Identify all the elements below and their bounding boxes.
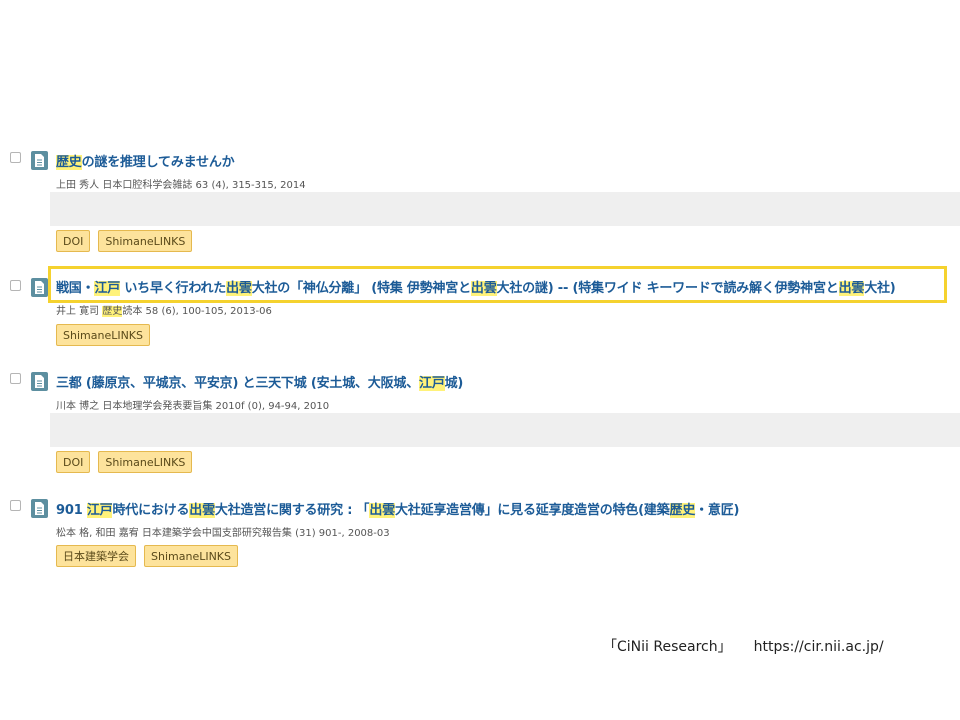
keyword-highlight: 江戸: [419, 376, 445, 391]
result-title[interactable]: 三都 (藤原京、平城京、平安京) と三天下城 (安土城、大阪城、江戸城): [56, 372, 463, 391]
text-segment: 大社造営に関する研究 : 「: [214, 503, 370, 518]
result-title[interactable]: 戦国・江戸 いち早く行われた出雲大社の「神仏分離」 (特集 伊勢神宮と出雲大社の…: [56, 277, 896, 296]
link-badges: DOI ShimaneLINKS: [56, 230, 193, 252]
link-badge-shimanelinks[interactable]: ShimaneLINKS: [56, 324, 151, 346]
text-segment: 大社の「神仏分離」 (特集 伊勢神宮と: [251, 281, 471, 296]
text-segment: いち早く行われた: [120, 281, 227, 296]
keyword-highlight: 出雲: [470, 281, 497, 296]
keyword-highlight: 出雲: [838, 281, 865, 296]
document-icon: [31, 372, 48, 391]
select-checkbox[interactable]: [10, 280, 21, 291]
link-badges: ShimaneLINKS: [56, 324, 151, 346]
source-credit: 「CiNii Research」 https://cir.nii.ac.jp/: [603, 636, 884, 656]
keyword-highlight: 歴史: [56, 155, 82, 170]
abstract-area: [50, 192, 960, 226]
keyword-highlight: 江戸: [94, 281, 121, 296]
keyword-highlight: 歴史: [669, 503, 696, 518]
text-segment: 901: [56, 503, 87, 518]
text-segment: 読本 58 (6), 100-105, 2013-06: [122, 306, 272, 317]
result-meta: 川本 博之 日本地理学会発表要旨集 2010f (0), 94-94, 2010: [56, 397, 329, 412]
keyword-highlight: 出雲: [369, 503, 395, 518]
text-segment: ・意匠): [695, 503, 740, 518]
keyword-highlight: 歴史: [102, 306, 123, 317]
link-badge-[interactable]: 日本建築学会: [56, 545, 136, 567]
document-icon: [31, 278, 48, 297]
result-meta: 上田 秀人 日本口腔科学会雑誌 63 (4), 315-315, 2014: [56, 176, 306, 191]
text-segment: 戦国・: [56, 281, 95, 296]
select-checkbox[interactable]: [10, 373, 21, 384]
result-title[interactable]: 歴史の謎を推理してみませんか: [56, 151, 235, 170]
text-segment: 大社延享造営傳」に見る延享度造営の特色(建築: [394, 503, 670, 518]
text-segment: 時代における: [112, 503, 190, 518]
result-title[interactable]: 901 江戸時代における出雲大社造営に関する研究 : 「出雲大社延享造営傳」に見…: [56, 499, 739, 518]
credit-url[interactable]: https://cir.nii.ac.jp/: [754, 639, 884, 655]
text-segment: の謎を推理してみませんか: [81, 155, 235, 170]
document-icon: [31, 151, 48, 170]
keyword-highlight: 出雲: [226, 281, 252, 296]
text-segment: 川本 博之 日本地理学会発表要旨集 2010f (0), 94-94, 2010: [56, 401, 330, 412]
link-badge-shimanelinks[interactable]: ShimaneLINKS: [98, 230, 193, 252]
abstract-area: [50, 413, 960, 447]
select-checkbox[interactable]: [10, 152, 21, 163]
link-badge-shimanelinks[interactable]: ShimaneLINKS: [98, 451, 193, 473]
link-badges: DOI ShimaneLINKS: [56, 451, 193, 473]
text-segment: 上田 秀人 日本口腔科学会雑誌 63 (4), 315-315, 2014: [56, 180, 306, 191]
result-meta: 井上 寛司 歴史読本 58 (6), 100-105, 2013-06: [56, 302, 272, 317]
keyword-highlight: 出雲: [189, 503, 215, 518]
text-segment: 城): [444, 376, 464, 391]
keyword-highlight: 江戸: [86, 503, 113, 518]
text-segment: 三都 (藤原京、平城京、平安京) と三天下城 (安土城、大阪城、: [56, 376, 420, 391]
select-checkbox[interactable]: [10, 500, 21, 511]
text-segment: 大社の謎) -- (特集ワイド キーワードで読み解く伊勢神宮と: [496, 281, 839, 296]
link-badge-doi[interactable]: DOI: [56, 451, 91, 473]
link-badge-shimanelinks[interactable]: ShimaneLINKS: [144, 545, 239, 567]
document-icon: [31, 499, 48, 518]
link-badges: 日本建築学会 ShimaneLINKS: [56, 545, 239, 567]
result-meta: 松本 格, 和田 嘉宥 日本建築学会中国支部研究報告集 (31) 901-, 2…: [56, 524, 390, 539]
text-segment: 大社): [864, 281, 896, 296]
link-badge-doi[interactable]: DOI: [56, 230, 91, 252]
credit-source: 「CiNii Research」: [603, 639, 732, 655]
text-segment: 松本 格, 和田 嘉宥 日本建築学会中国支部研究報告集 (31) 901-, 2…: [56, 528, 390, 539]
text-segment: 井上 寛司: [56, 306, 103, 317]
